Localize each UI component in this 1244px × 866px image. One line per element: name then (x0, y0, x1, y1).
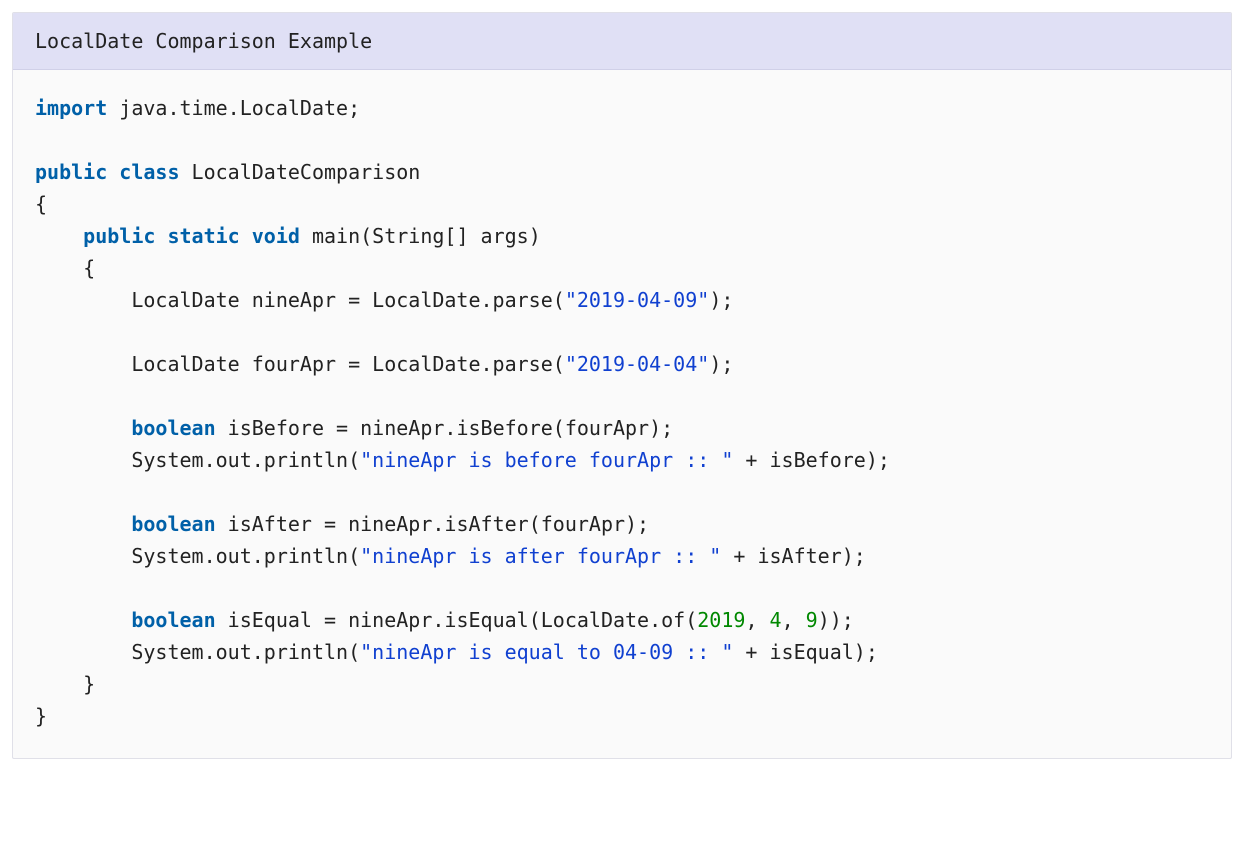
code-token: "nineApr is equal to 04-09 :: " (360, 640, 733, 664)
code-block-body: import java.time.LocalDate; public class… (13, 70, 1231, 758)
code-token: void (252, 224, 300, 248)
code-token: "nineApr is after fourApr :: " (360, 544, 721, 568)
code-block-container: LocalDate Comparison Example import java… (12, 12, 1232, 759)
code-token: , (745, 608, 769, 632)
code-token: "2019-04-09" (565, 288, 710, 312)
code-token: 4 (770, 608, 782, 632)
code-token: boolean (131, 608, 215, 632)
code-token: static (167, 224, 239, 248)
code-token (240, 224, 252, 248)
code-token: import (35, 96, 107, 120)
code-token: java.time.LocalDate; (107, 96, 360, 120)
code-token: "2019-04-04" (565, 352, 710, 376)
code-token (155, 224, 167, 248)
code-token: isEqual = nineApr.isEqual(LocalDate.of( (216, 608, 698, 632)
code-block-title: LocalDate Comparison Example (13, 13, 1231, 70)
code-token: public (35, 160, 107, 184)
code-token: 2019 (697, 608, 745, 632)
code-token: 9 (806, 608, 818, 632)
code-token (107, 160, 119, 184)
code-token: "nineApr is before fourApr :: " (360, 448, 733, 472)
code-token: , (782, 608, 806, 632)
code-token: class (119, 160, 179, 184)
code-token: public (83, 224, 155, 248)
code-token: boolean (131, 512, 215, 536)
code-token: boolean (131, 416, 215, 440)
